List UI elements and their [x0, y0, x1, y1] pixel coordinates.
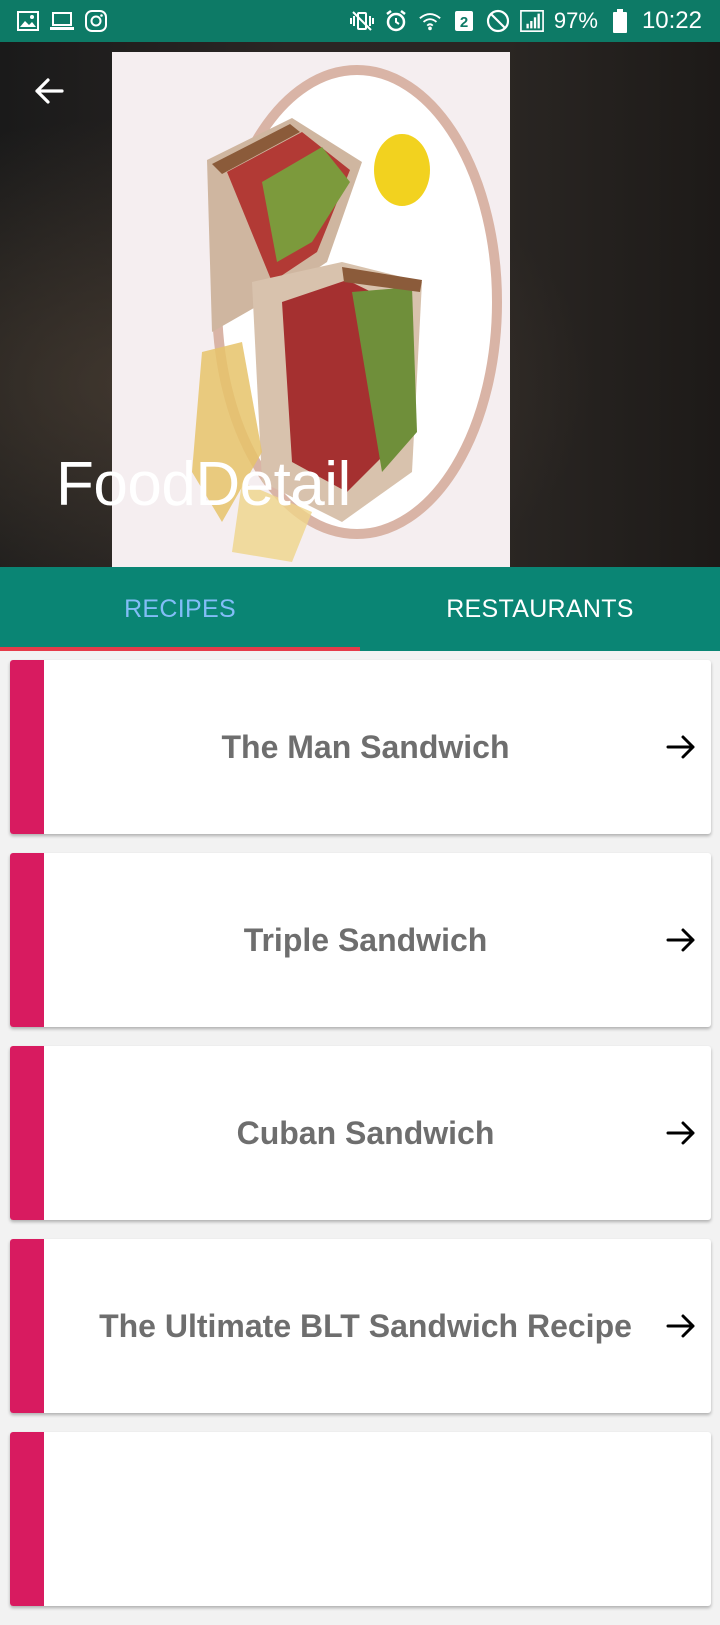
card-body: The Man Sandwich — [44, 660, 711, 834]
tab-recipes[interactable]: RECIPES — [0, 567, 360, 651]
gallery-icon — [16, 9, 40, 33]
cast-icon — [50, 9, 74, 33]
sim-2-icon: 2 — [452, 9, 476, 33]
instagram-icon — [84, 9, 108, 33]
alarm-icon — [384, 9, 408, 33]
list-item[interactable]: The Man Sandwich — [10, 660, 711, 834]
vibrate-off-icon — [349, 9, 374, 33]
arrow-forward-icon — [666, 928, 695, 952]
status-bar-right: 2 97% 10:22 — [349, 7, 702, 34]
list-item[interactable]: Cuban Sandwich — [10, 1046, 711, 1220]
recipe-list: The Man Sandwich Triple Sandwich Cuban S… — [10, 660, 711, 1625]
card-accent-stripe — [10, 1239, 44, 1413]
recipe-title: The Man Sandwich — [221, 728, 510, 765]
card-body: The Ultimate BLT Sandwich Recipe — [44, 1239, 711, 1413]
status-bar: 2 97% 10:22 — [0, 0, 720, 42]
tab-bar: RECIPES RESTAURANTS — [0, 567, 720, 651]
card-body: Triple Sandwich — [44, 853, 711, 1027]
card-accent-stripe — [10, 1432, 44, 1606]
sim-badge-text: 2 — [460, 14, 468, 31]
recipe-title: The Ultimate BLT Sandwich Recipe — [99, 1307, 632, 1344]
list-item[interactable]: Triple Sandwich — [10, 853, 711, 1027]
block-icon — [486, 9, 510, 33]
battery-percent: 97% — [553, 8, 598, 33]
page-title: FoodDetail — [56, 450, 351, 519]
recipe-title: Triple Sandwich — [243, 921, 488, 958]
battery-icon — [608, 9, 632, 33]
back-button[interactable] — [18, 62, 80, 120]
card-accent-stripe — [10, 853, 44, 1027]
card-body: Cuban Sandwich — [44, 1046, 711, 1220]
status-bar-left — [16, 9, 108, 33]
tab-restaurants[interactable]: RESTAURANTS — [360, 567, 720, 651]
arrow-forward-icon — [666, 1314, 695, 1338]
arrow-back-icon — [35, 78, 64, 104]
card-accent-stripe — [10, 1046, 44, 1220]
clock: 10:22 — [641, 7, 702, 34]
list-item[interactable] — [10, 1432, 711, 1606]
list-item[interactable]: The Ultimate BLT Sandwich Recipe — [10, 1239, 711, 1413]
tab-indicator — [0, 647, 360, 651]
wifi-icon — [418, 9, 442, 33]
collapsing-header: FoodDetail — [0, 42, 720, 568]
card-accent-stripe — [10, 660, 44, 834]
arrow-forward-icon — [666, 1121, 695, 1145]
signal-icon — [519, 9, 544, 33]
card-body — [44, 1432, 711, 1606]
recipe-title: Cuban Sandwich — [236, 1114, 495, 1151]
arrow-forward-icon — [666, 735, 695, 759]
